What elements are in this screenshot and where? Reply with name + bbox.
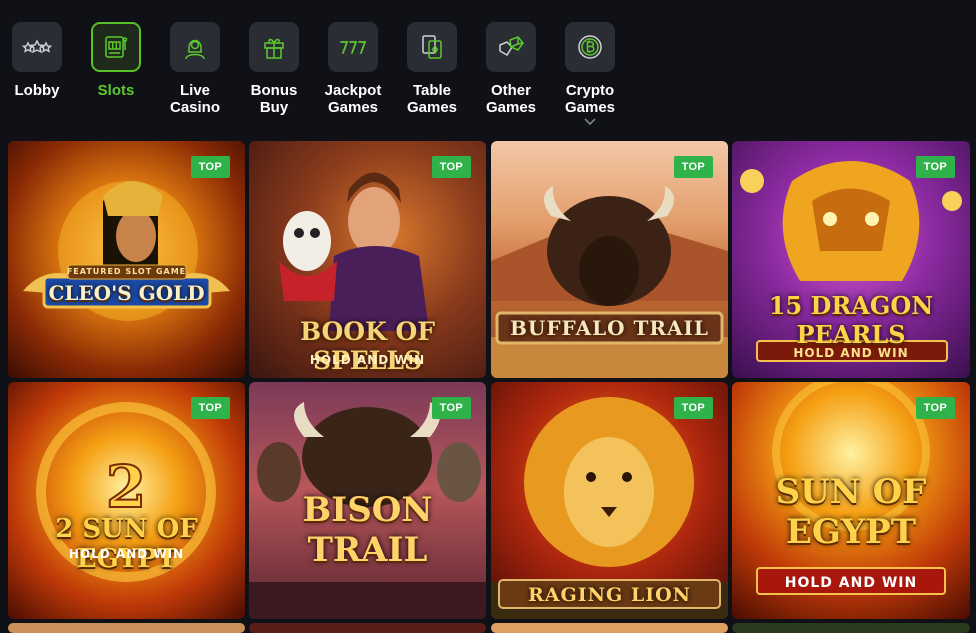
nav-item-lobby[interactable]: Lobby: [0, 22, 75, 99]
game-subtitle: HOLD AND WIN: [793, 346, 909, 360]
bitcoin-icon: [565, 22, 615, 72]
nav-label-slots: Slots: [97, 82, 135, 99]
top-badge: TOP: [673, 397, 713, 419]
category-nav: Lobby Slots Live Casino Bonus Buy Jackpo…: [0, 0, 976, 135]
game-tile-book-of-spells[interactable]: BOOK OF SPELLS HOLD AND WIN TOP: [249, 141, 486, 378]
game-tile-partial[interactable]: [491, 623, 728, 633]
game-subtitle: HOLD AND WIN: [784, 575, 918, 591]
nav-label-crypto-games: Crypto Games: [564, 82, 616, 116]
game-title: 2 SUN OF EGYPT: [55, 514, 198, 574]
game-tile-sun-of-egypt[interactable]: SUN OF EGYPT HOLD AND WIN TOP: [732, 382, 970, 619]
top-badge: TOP: [673, 156, 713, 178]
svg-text:2: 2: [106, 453, 146, 521]
game-tile-buffalo-trail[interactable]: BUFFALO TRAIL TOP: [491, 141, 728, 378]
nav-item-live-casino[interactable]: Live Casino: [157, 22, 233, 116]
top-badge: TOP: [431, 156, 471, 178]
nav-label-table-games: Table Games: [406, 82, 458, 116]
game-subtitle: FEATURED SLOT GAME: [66, 267, 187, 276]
game-tile-2-sun-of-egypt[interactable]: 2 2 SUN OF EGYPT HOLD AND WIN TOP: [8, 382, 245, 619]
game-title: RAGING LION: [527, 584, 692, 606]
game-title: CLEO'S GOLD: [48, 281, 205, 305]
dice-icon: [486, 22, 536, 72]
nav-label-lobby: Lobby: [14, 82, 60, 99]
nav-item-bonus-buy[interactable]: Bonus Buy: [236, 22, 312, 116]
game-tile-partial[interactable]: [8, 623, 245, 633]
game-title: SUN OF EGYPT: [775, 472, 927, 552]
game-tile-cleos-gold[interactable]: FEATURED SLOT GAME CLEO'S GOLD TOP: [8, 141, 245, 378]
nav-label-other-games: Other Games: [485, 82, 537, 116]
top-badge: TOP: [431, 397, 471, 419]
slot-machine-icon: [91, 22, 141, 72]
game-subtitle: HOLD AND WIN: [309, 353, 426, 367]
nav-item-table-games[interactable]: Table Games: [394, 22, 470, 116]
top-badge: TOP: [190, 156, 230, 178]
nav-label-jackpot-games: Jackpot Games: [324, 82, 382, 116]
nav-item-jackpot-games[interactable]: Jackpot Games: [315, 22, 391, 116]
game-tile-bison-trail[interactable]: BISON TRAIL TOP: [249, 382, 486, 619]
cards-icon: [407, 22, 457, 72]
nav-item-crypto-games[interactable]: Crypto Games: [552, 22, 628, 125]
game-tile-15-dragon-pearls[interactable]: 15 DRAGON PEARLS HOLD AND WIN TOP: [732, 141, 970, 378]
nav-label-live-casino: Live Casino: [169, 82, 220, 116]
top-badge: TOP: [915, 397, 955, 419]
game-title: 15 DRAGON PEARLS: [768, 291, 934, 349]
stars-icon: [12, 22, 62, 72]
top-badge: TOP: [190, 397, 230, 419]
nav-item-other-games[interactable]: Other Games: [473, 22, 549, 116]
game-tile-raging-lion[interactable]: RAGING LION TOP: [491, 382, 728, 619]
game-title: BISON TRAIL: [302, 490, 433, 570]
dealer-icon: [170, 22, 220, 72]
game-subtitle: HOLD AND WIN: [68, 547, 185, 561]
chevron-down-icon[interactable]: [584, 118, 596, 125]
game-tile-partial[interactable]: [249, 623, 486, 633]
gift-icon: [249, 22, 299, 72]
seven-seven-seven-icon: [328, 22, 378, 72]
nav-item-slots[interactable]: Slots: [78, 22, 154, 99]
game-title: BUFFALO TRAIL: [510, 316, 709, 340]
game-tile-partial[interactable]: [732, 623, 970, 633]
top-badge: TOP: [915, 156, 955, 178]
nav-label-bonus-buy: Bonus Buy: [250, 82, 298, 116]
